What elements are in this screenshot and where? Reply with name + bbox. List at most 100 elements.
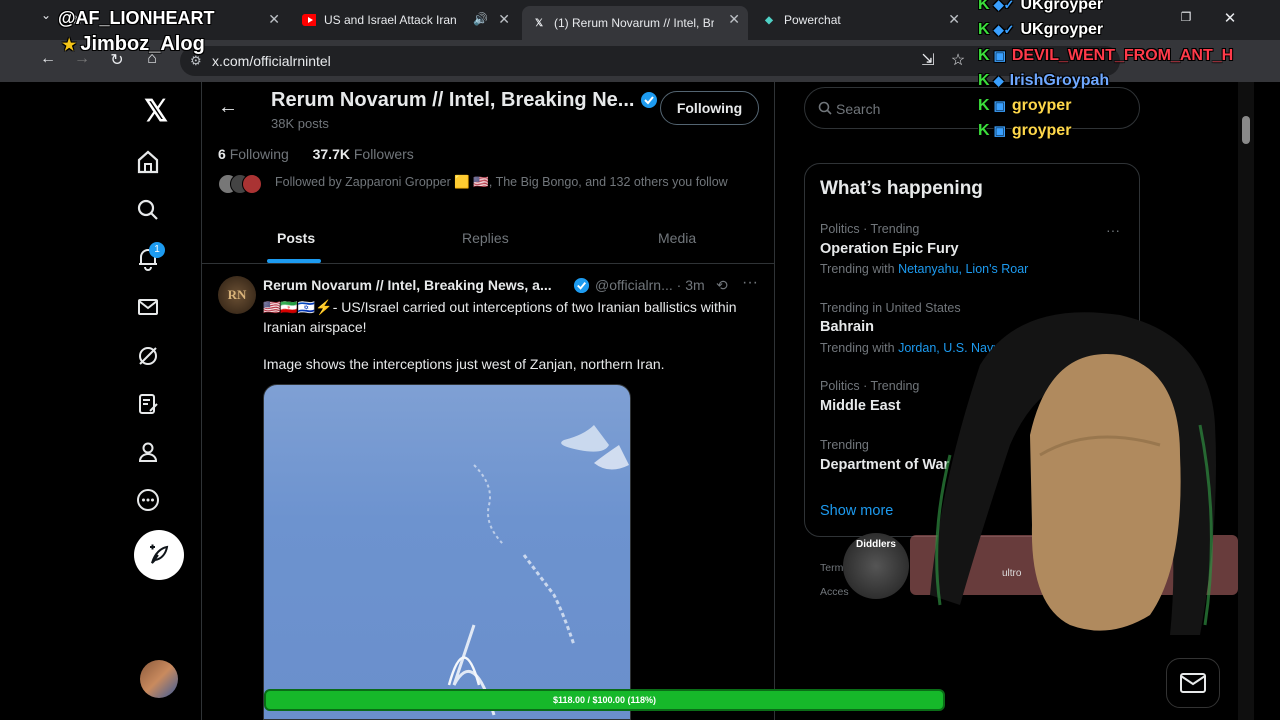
scrollbar-track[interactable] [1238,82,1254,720]
account-avatar[interactable] [140,660,178,698]
kick-icon: K [978,21,990,38]
tab-media[interactable]: Media [658,230,696,246]
following-count[interactable]: 6 [218,146,226,162]
badge-icon: ▣ [993,123,1006,138]
messages-drawer-button[interactable] [1166,658,1220,708]
messages-nav-icon[interactable] [132,291,164,323]
chat-line: K ▣ groyper [978,122,1071,140]
followers-count[interactable]: 37.7K [313,146,350,162]
show-more-link[interactable]: Show more [820,503,893,519]
trend-item[interactable]: Bahrain [820,319,874,335]
post-handle[interactable]: @officialrn... · 3m [595,277,705,293]
trend-with-links[interactable]: Netanyahu, Lion's Roar [898,262,1028,276]
streamer-cam-overlay [930,312,1216,635]
followed-by-text[interactable]: Followed by Zapparoni Gropper 🟨 🇺🇸, The … [275,175,728,190]
post-author-avatar[interactable]: RN [218,276,256,314]
premium-nav-icon[interactable] [132,388,164,420]
window-close-icon[interactable]: ✕ [1218,9,1242,27]
chat-user: IrishGroypah [1009,72,1110,89]
notification-badge: 1 [149,242,165,258]
trend-meta: Politics · Trending [820,222,920,236]
back-arrow-icon[interactable]: ← [218,96,238,119]
close-tab-icon[interactable]: ✕ [948,11,960,28]
kick-icon: K [978,0,990,13]
trend-meta: Politics · Trending [820,379,920,393]
trend-with-label: Trending with [820,262,895,276]
tab-label: Powerchat [784,13,841,27]
browser-tab-powerchat[interactable]: ◆ Powerchat ✕ [752,6,968,34]
verified-badge-icon [641,92,657,108]
following-label[interactable]: Following [230,146,289,162]
badge-icon: ◆✓ [993,0,1015,12]
chat-line: K ◆✓ UKgroyper [978,0,1103,14]
x-logo-icon[interactable]: 𝕏 [144,94,168,129]
search-icon [818,101,832,115]
close-tab-icon[interactable]: ✕ [498,11,510,28]
streamer-name-text: Jimboz_Alog [80,33,205,55]
star-icon: ★ [62,37,77,54]
active-tab-indicator [267,259,321,263]
stream-chat-overlay: K ◆✓ UKgroyper K ◆✓ UKgroyper K ▣ DEVIL_WENT_F… [968,0,1233,150]
youtube-favicon-icon [302,13,316,27]
post-count: 38K posts [271,116,329,131]
profile-name: Rerum Novarum // Intel, Breaking Ne... [271,89,635,111]
verified-badge-icon [573,277,590,294]
scrollbar-thumb[interactable] [1242,116,1250,144]
post-image[interactable] [263,384,631,720]
chat-line: K ◆✓ UKgroyper [978,21,1103,39]
tab-posts[interactable]: Posts [277,230,315,246]
kick-icon: K [978,47,990,64]
home-nav-icon[interactable] [132,146,164,178]
profile-nav-icon[interactable] [132,436,164,468]
tab-search-icon[interactable]: ⌄ [34,8,58,22]
grok-explain-icon[interactable]: ⟲ [716,277,728,294]
chat-user: DEVIL_WENT_FROM_ANT_H [1011,47,1234,64]
trend-more-icon[interactable]: ··· [1106,222,1120,238]
feather-icon [150,544,169,564]
search-nav-icon[interactable] [132,194,164,226]
trend-with-label: Trending with [820,341,895,355]
more-nav-icon[interactable] [132,484,164,516]
powerchat-favicon-icon: ◆ [765,14,773,26]
post-line-2: Image shows the interceptions just west … [263,356,665,372]
kick-icon: K [978,122,990,139]
follower-avatar[interactable] [242,174,262,194]
footer-link[interactable]: Acces [820,580,849,604]
chat-line: K ▣ groyper [978,97,1071,115]
back-icon[interactable]: ← [36,50,60,68]
browser-tab-active[interactable]: 𝕏 (1) Rerum Novarum // Intel, Bre ✕ [522,6,748,40]
chat-line: K ▣ DEVIL_WENT_FROM_ANT_H [978,47,1233,65]
badge-icon: ▣ [993,98,1006,113]
install-app-icon[interactable]: ⇲ [916,50,940,70]
tab-label: US and Israel Attack Iran - L [324,13,460,27]
badge-icon: ◆ [993,73,1004,88]
mail-icon [1180,673,1206,693]
profile-tabs: Posts Replies Media [202,212,774,264]
bookmark-star-icon[interactable]: ☆ [946,50,970,70]
followers-label[interactable]: Followers [354,146,414,162]
interception-trails-image [447,425,629,716]
follow-stats: 6 Following 37.7K Followers [218,146,414,162]
close-tab-icon[interactable]: ✕ [268,11,280,28]
streamer-handle: @AF_LIONHEART [58,8,215,28]
donation-text: $118.00 / $100.00 (118%) [552,695,657,705]
close-tab-icon[interactable]: ✕ [728,11,740,28]
goal-name: Diddlers [855,539,896,550]
trend-item[interactable]: Operation Epic Fury [820,241,959,257]
badge-icon: ◆✓ [993,22,1015,37]
compose-post-button[interactable] [134,530,184,580]
post-author-name[interactable]: Rerum Novarum // Intel, Breaking News, a… [263,277,552,293]
browser-tab-youtube[interactable]: US and Israel Attack Iran - L 🔊 ✕ [292,6,518,34]
following-button[interactable]: Following [660,91,759,125]
kick-icon: K [978,97,990,114]
chat-user: groyper [1011,97,1072,114]
tab-replies[interactable]: Replies [462,230,509,246]
tab-label: (1) Rerum Novarum // Intel, Bre [554,16,714,30]
grok-nav-icon[interactable] [132,340,164,372]
speaker-icon[interactable]: 🔊 [473,12,488,26]
trend-item[interactable]: Middle East [820,398,901,414]
x-favicon-icon: 𝕏 [534,17,544,29]
goal-avatar: Diddlers [843,533,909,599]
post-more-icon[interactable]: ··· [742,274,758,292]
kick-icon: K [978,72,990,89]
